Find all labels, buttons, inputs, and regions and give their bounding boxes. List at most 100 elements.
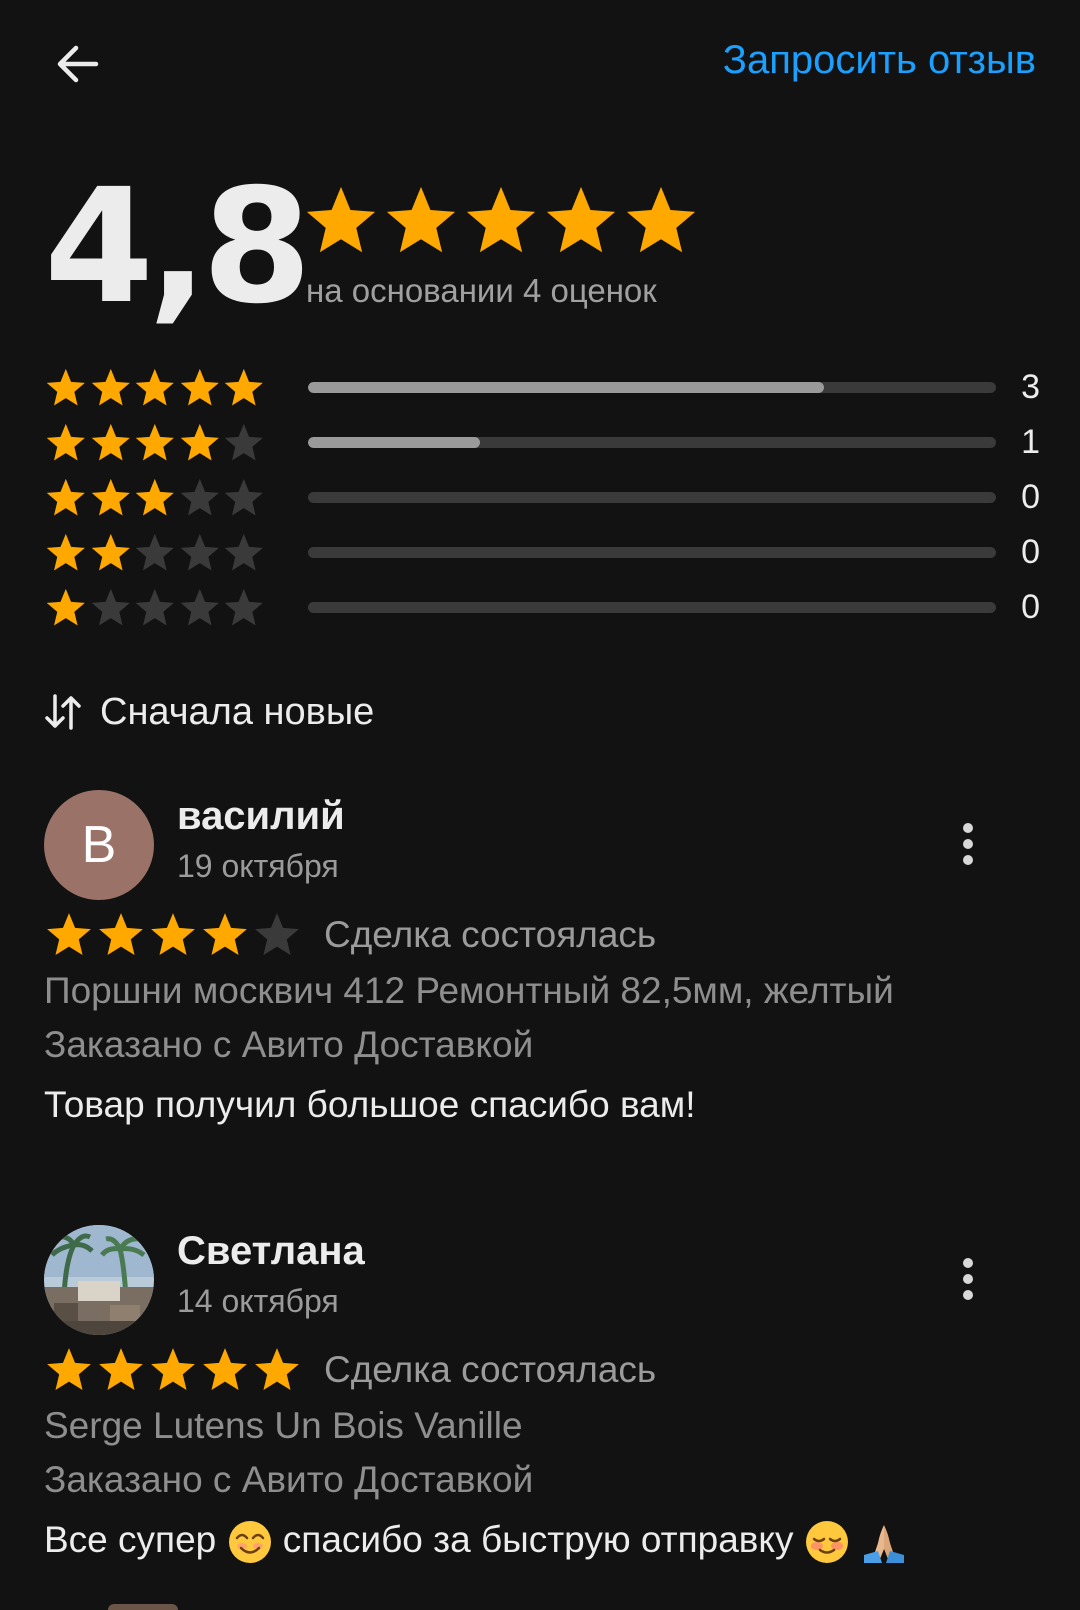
- distribution-bar: [308, 547, 996, 558]
- sort-arrows-icon: [45, 694, 81, 730]
- more-vertical-icon: [963, 823, 973, 865]
- distribution-row-5: 3: [44, 360, 1040, 415]
- star-filled-icon: [99, 913, 143, 955]
- review-card: В василий 19 октября Сделка состоялась П…: [44, 790, 1044, 1130]
- avatar[interactable]: В: [44, 790, 154, 900]
- review-text-part: спасибо за быструю отправку: [282, 1519, 794, 1560]
- reviewer-name[interactable]: василий: [177, 794, 345, 839]
- star-empty-icon: [180, 533, 219, 570]
- distribution-bar-fill: [308, 382, 824, 393]
- distribution-count: 3: [1021, 368, 1040, 406]
- star-filled-icon: [225, 368, 264, 405]
- star-filled-icon: [46, 478, 85, 515]
- distribution-stars: [44, 476, 266, 520]
- avatar-photo: [44, 1225, 154, 1335]
- avatar-initial: В: [44, 790, 154, 900]
- delivery-info: Заказано с Авито Доставкой: [44, 1024, 534, 1065]
- star-empty-icon: [255, 913, 299, 955]
- distribution-row-2: 0: [44, 525, 1040, 580]
- star-empty-icon: [135, 533, 175, 570]
- distribution-bar: [308, 492, 996, 503]
- distribution-stars: [44, 586, 266, 630]
- star-filled-icon: [255, 1348, 299, 1390]
- distribution-bar: [308, 382, 996, 393]
- distribution-row-3: 0: [44, 470, 1040, 525]
- more-options-button[interactable]: [956, 1255, 980, 1303]
- star-filled-icon: [151, 913, 195, 955]
- star-empty-icon: [225, 423, 264, 460]
- distribution-row-1: 0: [44, 580, 1040, 635]
- star-filled-icon: [99, 1348, 143, 1390]
- star-empty-icon: [225, 478, 264, 515]
- review-text: Товар получил большое спасибо вам!: [44, 1084, 696, 1125]
- star-filled-icon: [180, 368, 219, 405]
- review-card: Светлана 14 октября Сделка состоялась Se…: [44, 1225, 1044, 1595]
- star-filled-icon: [47, 913, 91, 955]
- review-rating-row: Сделка состоялась: [44, 1345, 656, 1395]
- distribution-stars: [44, 366, 266, 410]
- smiling-face-emoji-icon: [228, 1521, 271, 1564]
- more-vertical-icon: [963, 1258, 973, 1300]
- deal-status: Сделка состоялась: [324, 914, 657, 955]
- star-filled-icon: [91, 368, 130, 405]
- review-text: Все супер спасибо за быструю отправку: [44, 1519, 908, 1565]
- star-filled-icon: [203, 913, 247, 955]
- star-filled-icon: [135, 368, 175, 405]
- star-filled-icon: [91, 423, 130, 460]
- star-filled-icon: [46, 423, 85, 460]
- star-filled-icon: [386, 186, 456, 253]
- star-empty-icon: [180, 478, 219, 515]
- summary-stars: [302, 182, 700, 260]
- star-filled-icon: [151, 1348, 195, 1390]
- review-date: 14 октября: [177, 1283, 339, 1319]
- star-filled-icon: [135, 423, 175, 460]
- review-text-part: Все супер: [44, 1519, 217, 1560]
- arrow-left-icon: [57, 45, 99, 83]
- distribution-stars: [44, 531, 266, 575]
- more-options-button[interactable]: [956, 820, 980, 868]
- review-rating-row: Сделка состоялась: [44, 910, 656, 960]
- star-filled-icon: [91, 533, 130, 570]
- star-filled-icon: [466, 186, 536, 253]
- star-filled-icon: [46, 368, 85, 405]
- distribution-bar: [308, 602, 996, 613]
- star-empty-icon: [225, 533, 264, 570]
- average-rating: 4,8: [44, 155, 312, 339]
- star-empty-icon: [180, 588, 219, 625]
- sort-button[interactable]: Сначала новые: [44, 684, 374, 740]
- rating-summary: 4,8 на основании 4 оценок: [44, 168, 1044, 338]
- avatar[interactable]: [44, 1225, 154, 1335]
- star-filled-icon: [135, 478, 175, 515]
- top-bar: Запросить отзыв: [0, 0, 1080, 125]
- distribution-count: 0: [1021, 478, 1040, 516]
- star-filled-icon: [91, 478, 130, 515]
- product-name[interactable]: Serge Lutens Un Bois Vanille: [44, 1405, 523, 1447]
- distribution-count: 1: [1021, 423, 1040, 461]
- rating-distribution: 3 1 0 0 0: [44, 360, 1040, 635]
- back-button[interactable]: [44, 36, 108, 92]
- star-filled-icon: [46, 533, 85, 570]
- reviewer-name[interactable]: Светлана: [177, 1229, 365, 1274]
- review-stars: [44, 910, 302, 960]
- star-empty-icon: [91, 588, 130, 625]
- product-name[interactable]: Поршни москвич 412 Ремонтный 82,5мм, жел…: [44, 970, 894, 1012]
- deal-status: Сделка состоялась: [324, 1349, 657, 1390]
- next-review-avatar-edge: [108, 1604, 178, 1610]
- review-stars: [44, 1345, 302, 1395]
- folded-hands-emoji-icon: [864, 1525, 905, 1564]
- star-filled-icon: [546, 186, 616, 253]
- distribution-bar: [308, 437, 996, 448]
- star-filled-icon: [46, 588, 85, 625]
- review-date: 19 октября: [177, 848, 339, 884]
- distribution-row-4: 1: [44, 415, 1040, 470]
- request-review-link[interactable]: Запросить отзыв: [723, 38, 1036, 83]
- distribution-bar-fill: [308, 437, 480, 448]
- star-empty-icon: [225, 588, 264, 625]
- blushing-face-emoji-icon: [805, 1521, 848, 1564]
- distribution-stars: [44, 421, 266, 465]
- sort-label: Сначала новые: [100, 690, 375, 733]
- star-filled-icon: [47, 1348, 91, 1390]
- distribution-count: 0: [1021, 588, 1040, 626]
- star-empty-icon: [135, 588, 175, 625]
- ratings-count-text: на основании 4 оценок: [306, 272, 657, 309]
